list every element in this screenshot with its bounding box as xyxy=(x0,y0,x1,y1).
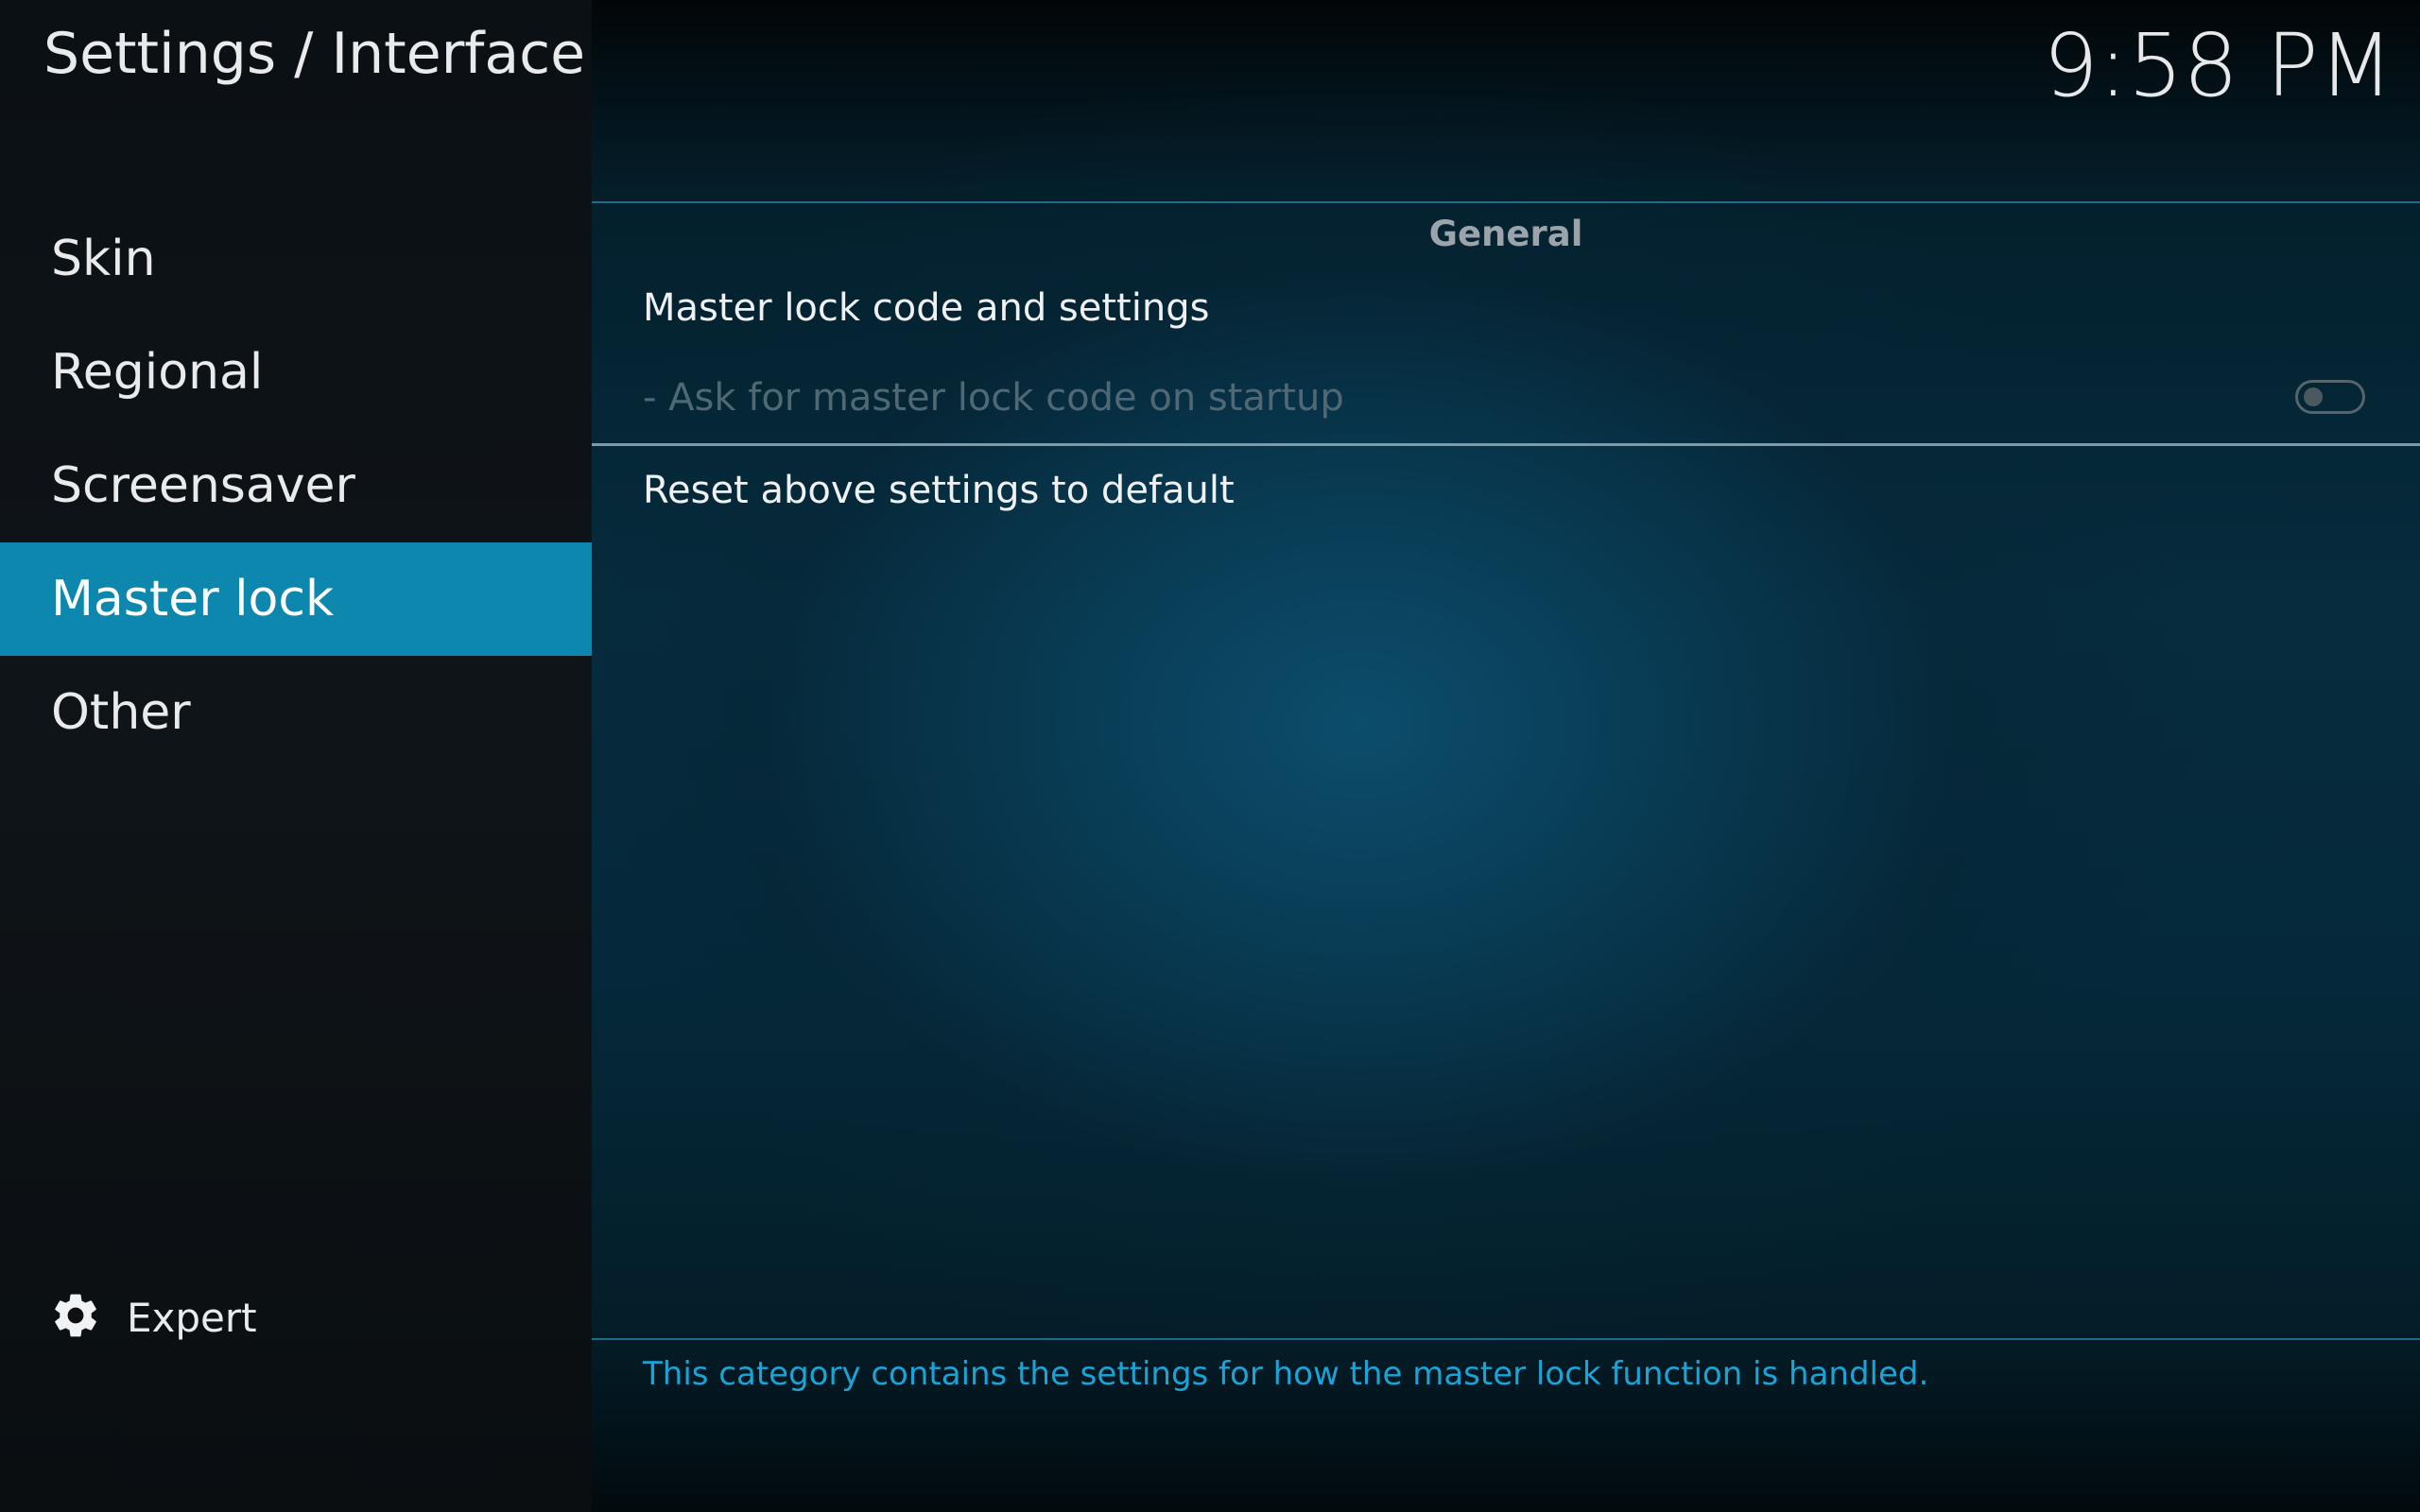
top-divider xyxy=(592,201,2420,203)
sidebar-item-master-lock[interactable]: Master lock xyxy=(0,542,592,656)
reset-settings-button[interactable]: Reset above settings to default xyxy=(643,469,1235,512)
section-title: General xyxy=(1428,214,1583,254)
page-title: Settings / Interface xyxy=(43,21,586,87)
sidebar-item-skin[interactable]: Skin xyxy=(0,202,592,316)
expert-level-button[interactable]: Expert xyxy=(49,1287,257,1348)
expert-label: Expert xyxy=(127,1294,257,1341)
startup-lock-toggle[interactable] xyxy=(2295,380,2365,414)
sidebar-item-regional[interactable]: Regional xyxy=(0,316,592,429)
settings-divider xyxy=(592,443,2420,446)
category-description: This category contains the settings for … xyxy=(643,1355,1929,1393)
clock: 9:58 PM xyxy=(2043,15,2394,116)
sidebar: Settings / Interface Skin Regional Scree… xyxy=(0,0,592,1512)
sidebar-item-screensaver[interactable]: Screensaver xyxy=(0,429,592,542)
bottom-divider xyxy=(592,1338,2420,1340)
toggle-knob xyxy=(2304,387,2323,406)
kodi-settings-window: Settings / Interface Skin Regional Scree… xyxy=(0,0,2420,1512)
sidebar-item-other[interactable]: Other xyxy=(0,656,592,769)
gear-icon xyxy=(49,1289,102,1346)
category-list: Skin Regional Screensaver Master lock Ot… xyxy=(0,202,592,769)
setting-master-lock-code[interactable]: Master lock code and settings xyxy=(643,286,1209,330)
setting-ask-master-lock-on-startup[interactable]: - Ask for master lock code on startup xyxy=(643,376,1344,420)
